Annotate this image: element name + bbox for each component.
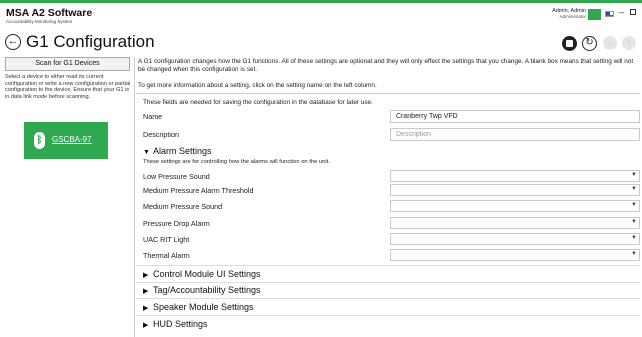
low-pressure-sound-label[interactable]: Low Pressure Sound <box>143 172 210 181</box>
medium-pressure-sound-select[interactable]: ▼ <box>390 200 640 212</box>
dropdown-arrow-icon: ▼ <box>631 172 637 178</box>
alarm-settings-note: These settings are for controlling how t… <box>143 159 330 165</box>
top-accent-bar <box>0 0 642 3</box>
dropdown-arrow-icon: ▼ <box>631 235 637 241</box>
expand-arrow-icon: ▶ <box>143 322 149 329</box>
config-intro-text: A G1 configuration changes how the G1 fu… <box>138 58 634 73</box>
expand-arrow-icon: ▶ <box>143 272 149 279</box>
dropdown-arrow-icon: ▼ <box>631 202 637 208</box>
alarm-settings-header[interactable]: ▼ Alarm Settings <box>143 146 212 156</box>
uac-rit-light-label[interactable]: UAC RIT Light <box>143 235 189 244</box>
revert-icon[interactable]: ↻ <box>582 36 597 51</box>
app-subtitle: Accountability Monitoring System <box>6 19 73 24</box>
section-title: HUD Settings <box>153 319 208 329</box>
name-label[interactable]: Name <box>143 112 162 121</box>
dropdown-arrow-icon: ▼ <box>631 186 637 192</box>
name-field[interactable]: Cranberry Twp VFD <box>390 110 640 123</box>
expand-arrow-icon: ▶ <box>143 305 149 312</box>
medium-pressure-sound-label[interactable]: Medium Pressure Sound <box>143 202 222 211</box>
control-module-ui-settings-header[interactable]: ▶ Control Module UI Settings <box>143 269 261 279</box>
medium-pressure-alarm-threshold-select[interactable]: ▼ <box>390 184 640 196</box>
maximize-button[interactable] <box>630 9 636 15</box>
description-field[interactable]: Description <box>390 128 640 141</box>
scan-g1-devices-button[interactable]: Scan for G1 Devices <box>5 57 130 71</box>
config-help-text: To get more information about a setting,… <box>138 82 377 89</box>
back-arrow-icon[interactable]: ← <box>5 34 21 50</box>
column-divider <box>134 57 135 337</box>
low-pressure-sound-select[interactable]: ▼ <box>390 170 640 182</box>
bluetooth-icon: ᛒ <box>34 132 45 149</box>
section-divider <box>136 315 640 316</box>
uac-rit-light-select[interactable]: ▼ <box>390 233 640 245</box>
user-info: Admin, Admin Administrator <box>552 8 586 19</box>
dropdown-arrow-icon: ▼ <box>631 251 637 257</box>
medium-pressure-alarm-threshold-label[interactable]: Medium Pressure Alarm Threshold <box>143 186 254 195</box>
hud-settings-header[interactable]: ▶ HUD Settings <box>143 319 208 329</box>
upload-icon[interactable]: ↑ <box>622 36 636 50</box>
section-divider <box>136 265 640 266</box>
device-card[interactable]: ᛒ GSCBA-97 <box>24 122 108 159</box>
section-divider <box>136 282 640 283</box>
section-title: Alarm Settings <box>153 146 212 156</box>
thermal-alarm-select[interactable]: ▼ <box>390 249 640 261</box>
language-flag-icon[interactable] <box>605 11 614 17</box>
dropdown-arrow-icon: ▼ <box>631 219 637 225</box>
section-title: Tag/Accountability Settings <box>153 285 261 295</box>
pressure-drop-alarm-select[interactable]: ▼ <box>390 217 640 229</box>
app-title: MSA A2 Software <box>6 7 93 19</box>
thermal-alarm-label[interactable]: Thermal Alarm <box>143 251 190 260</box>
section-divider <box>136 298 640 299</box>
fields-note: These fields are needed for saving the c… <box>143 99 373 106</box>
save-icon[interactable] <box>562 36 577 51</box>
section-title: Speaker Module Settings <box>153 302 254 312</box>
device-label[interactable]: GSCBA-97 <box>52 135 92 144</box>
tag-accountability-settings-header[interactable]: ▶ Tag/Accountability Settings <box>143 285 261 295</box>
sidebar-help-text: Select a device to either read its curre… <box>5 74 131 100</box>
minimize-button[interactable]: – <box>619 8 624 17</box>
page-title: G1 Configuration <box>26 32 155 51</box>
description-label[interactable]: Description <box>143 130 179 139</box>
user-icon[interactable] <box>588 9 601 20</box>
section-title: Control Module UI Settings <box>153 269 261 279</box>
pressure-drop-alarm-label[interactable]: Pressure Drop Alarm <box>143 219 210 228</box>
expand-arrow-icon: ▶ <box>143 288 149 295</box>
speaker-module-settings-header[interactable]: ▶ Speaker Module Settings <box>143 302 254 312</box>
user-role: Administrator <box>559 14 586 19</box>
collapse-arrow-icon: ▼ <box>143 149 150 156</box>
download-icon[interactable]: ↓ <box>603 36 617 50</box>
